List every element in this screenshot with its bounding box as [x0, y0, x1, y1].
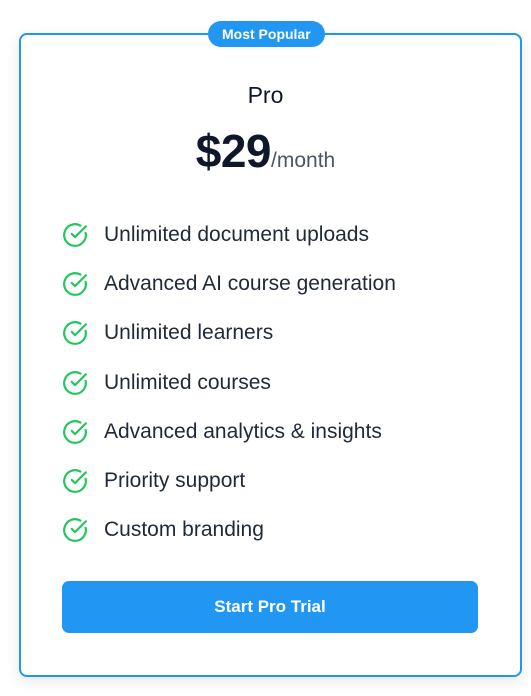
feature-list: Unlimited document uploads Advanced AI c… — [62, 210, 396, 555]
feature-item: Priority support — [62, 456, 396, 505]
feature-label: Unlimited courses — [104, 370, 271, 394]
check-circle-icon — [63, 469, 87, 494]
check-circle-icon — [63, 321, 87, 346]
check-circle-icon — [63, 222, 87, 247]
price-row: $29/month — [0, 124, 531, 178]
feature-label: Unlimited learners — [104, 321, 274, 345]
feature-item: Unlimited learners — [62, 309, 396, 358]
check-circle-icon — [63, 419, 87, 444]
feature-label: Unlimited document uploads — [104, 222, 369, 246]
feature-item: Unlimited document uploads — [62, 210, 396, 259]
feature-item: Advanced AI course generation — [62, 259, 396, 308]
billing-period: /month — [271, 149, 336, 172]
check-circle-icon — [63, 370, 87, 395]
check-circle-icon — [63, 272, 87, 296]
feature-item: Advanced analytics & insights — [62, 407, 396, 456]
plan-name: Pro — [247, 82, 284, 108]
feature-item: Unlimited courses — [62, 358, 396, 407]
feature-label: Advanced analytics & insights — [104, 419, 382, 443]
feature-item: Custom branding — [62, 506, 396, 555]
check-circle-icon — [63, 518, 87, 543]
most-popular-badge: Most Popular — [208, 21, 325, 47]
feature-label: Priority support — [104, 469, 246, 493]
start-pro-trial-button[interactable]: Start Pro Trial — [62, 581, 478, 633]
feature-label: Advanced AI course generation — [104, 271, 396, 295]
plan-price: $29 — [195, 125, 272, 177]
feature-label: Custom branding — [104, 518, 264, 542]
